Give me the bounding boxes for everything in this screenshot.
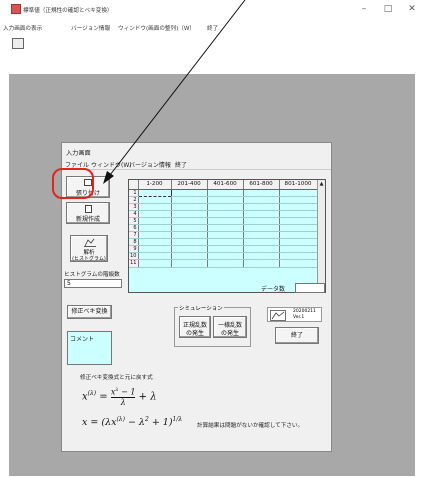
annotation-arrow — [103, 0, 246, 184]
application-window: 標準値（正規性の確認とベキ変換） – □ ✕ 入力画面の表示 バージョン情報 ウ… — [0, 0, 422, 477]
